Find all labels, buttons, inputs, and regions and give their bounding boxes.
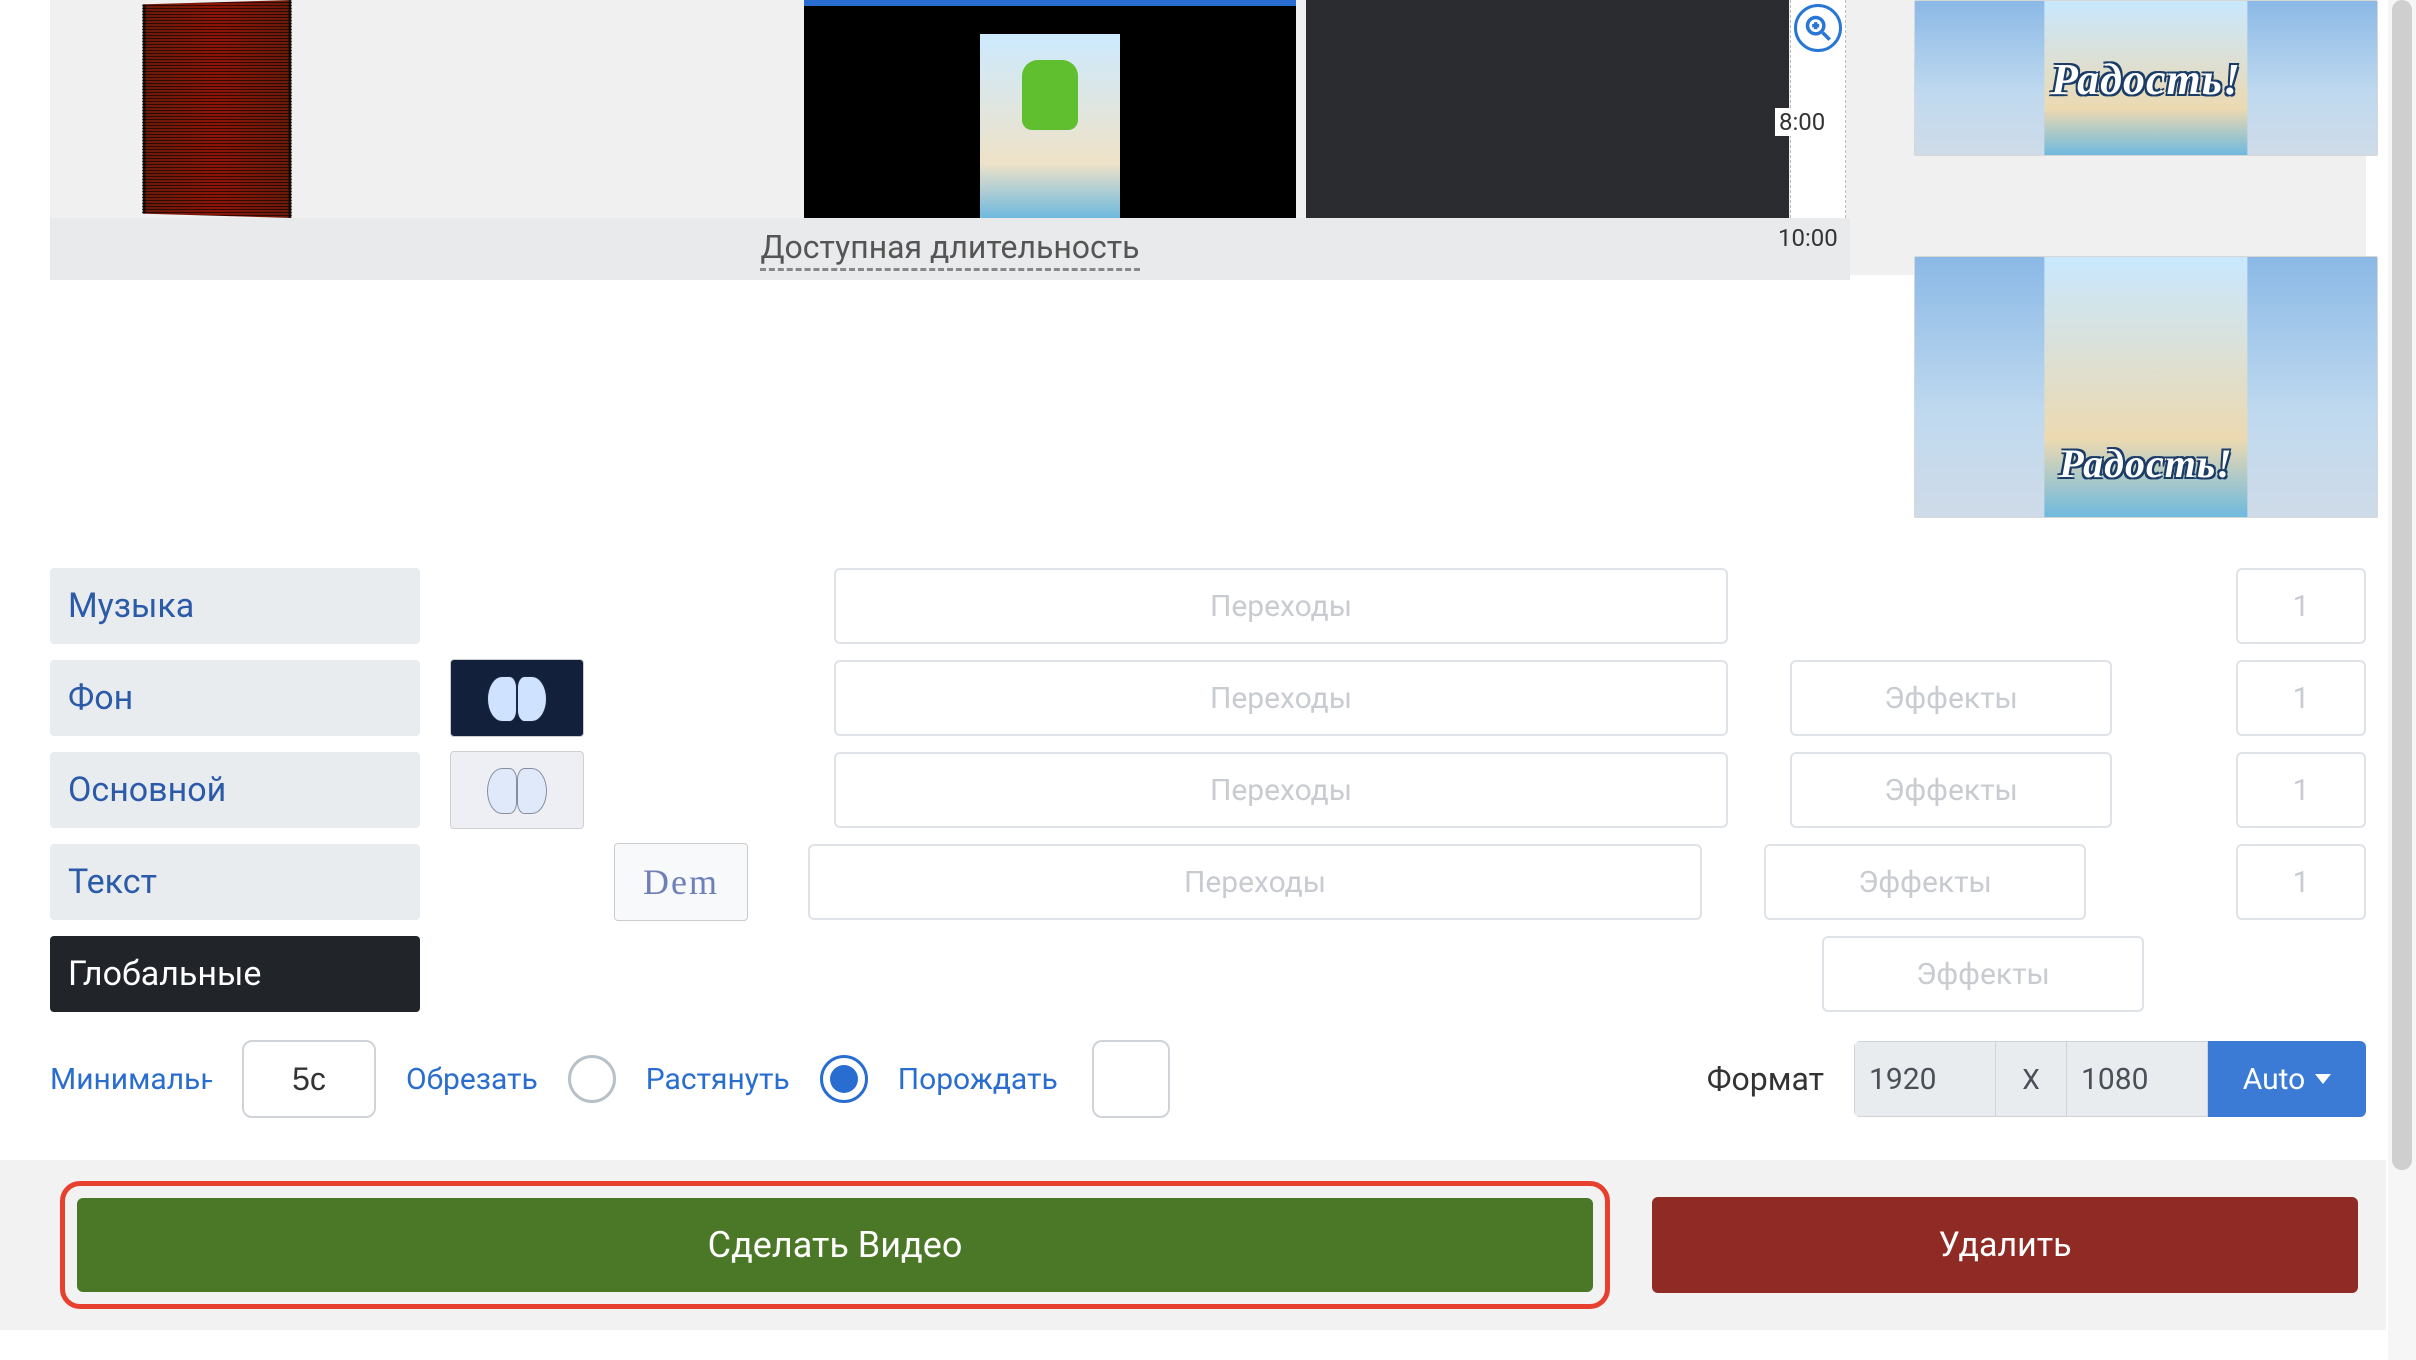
video-clip-preview[interactable] — [804, 0, 1296, 218]
controls-row: Минимальн Обрезать Растянуть Порождать Ф… — [50, 1040, 2366, 1118]
stretch-label: Растянуть — [646, 1062, 790, 1097]
transitions-button-music[interactable]: Переходы — [834, 568, 1728, 644]
format-width[interactable]: 1920 — [1854, 1041, 1996, 1117]
row-label-text[interactable]: Текст — [50, 844, 420, 920]
row-text: Текст Dem Переходы Эффекты 1 — [50, 844, 2366, 920]
format-height[interactable]: 1080 — [2066, 1041, 2208, 1117]
row-label-music[interactable]: Музыка — [50, 568, 420, 644]
output-previews: Радость! Радость! — [1914, 0, 2380, 518]
preview-thumb-1[interactable]: Радость! — [1914, 0, 2378, 156]
row-label-bg[interactable]: Фон — [50, 660, 420, 736]
min-label: Минимальн — [50, 1062, 212, 1097]
duration-bar: Доступная длительность — [50, 218, 1850, 280]
min-duration-input[interactable] — [242, 1040, 376, 1118]
row-music: Музыка Переходы 1 — [50, 568, 2366, 644]
count-music[interactable]: 1 — [2236, 568, 2366, 644]
make-video-button[interactable]: Сделать Видео — [77, 1198, 1593, 1292]
count-text[interactable]: 1 — [2236, 844, 2366, 920]
thumb-bg[interactable] — [450, 659, 584, 737]
format-size-group: 1920 X 1080 Auto — [1854, 1041, 2366, 1117]
wait-label: Порождать — [898, 1062, 1062, 1097]
effects-button-main[interactable]: Эффекты — [1790, 752, 2112, 828]
crop-radio[interactable] — [568, 1055, 616, 1103]
page-scrollbar[interactable] — [2388, 0, 2416, 1360]
row-global: Глобальные Эффекты — [50, 936, 2366, 1012]
thumb-text[interactable]: Dem — [614, 843, 748, 921]
format-x: X — [1996, 1041, 2066, 1117]
effects-button-text[interactable]: Эффекты — [1764, 844, 2086, 920]
wait-checkbox[interactable] — [1092, 1040, 1170, 1118]
row-label-global[interactable]: Глобальные — [50, 936, 420, 1012]
transitions-button-bg[interactable]: Переходы — [834, 660, 1728, 736]
chevron-down-icon — [2315, 1074, 2331, 1084]
count-main[interactable]: 1 — [2236, 752, 2366, 828]
transitions-button-text[interactable]: Переходы — [808, 844, 1702, 920]
bottom-bar: Сделать Видео Удалить — [0, 1160, 2386, 1330]
available-duration-link[interactable]: Доступная длительность — [760, 228, 1139, 271]
row-main: Основной Переходы Эффекты 1 — [50, 752, 2366, 828]
thumb-main[interactable] — [450, 751, 584, 829]
crop-label: Обрезать — [406, 1062, 538, 1097]
stretch-radio[interactable] — [820, 1055, 868, 1103]
empty-clip-slot[interactable] — [1306, 0, 1789, 218]
time-ruler: 8:00 — [1775, 0, 1849, 218]
format-auto-button[interactable]: Auto — [2208, 1041, 2366, 1117]
make-video-highlight: Сделать Видео — [60, 1181, 1610, 1309]
row-bg: Фон Переходы Эффекты 1 — [50, 660, 2366, 736]
ruler-time-10: 10:00 — [1778, 224, 1838, 252]
effects-button-global[interactable]: Эффекты — [1822, 936, 2144, 1012]
effects-button-bg[interactable]: Эффекты — [1790, 660, 2112, 736]
audio-waveform[interactable] — [82, 0, 362, 218]
scrollbar-thumb[interactable] — [2392, 0, 2412, 1170]
delete-button[interactable]: Удалить — [1652, 1197, 2358, 1293]
preview-thumb-2[interactable]: Радость! — [1914, 256, 2378, 518]
preview-caption: Радость! — [1915, 440, 2377, 487]
count-bg[interactable]: 1 — [2236, 660, 2366, 736]
ruler-time-8: 8:00 — [1775, 108, 1829, 136]
format-label: Формат — [1707, 1060, 1824, 1098]
transitions-button-main[interactable]: Переходы — [834, 752, 1728, 828]
row-label-main[interactable]: Основной — [50, 752, 420, 828]
preview-caption: Радость! — [1915, 54, 2377, 105]
auto-label: Auto — [2243, 1062, 2306, 1097]
layer-rows: Музыка Переходы 1 Фон Переходы Эффекты 1… — [50, 568, 2366, 1028]
